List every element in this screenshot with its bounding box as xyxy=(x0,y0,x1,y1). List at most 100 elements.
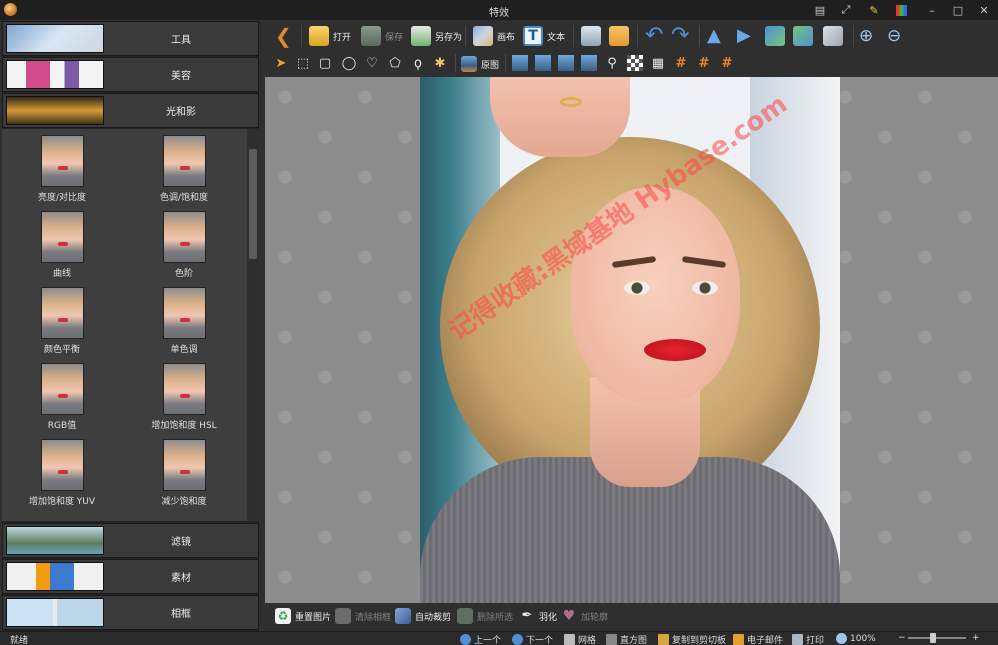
minimize-button[interactable]: – xyxy=(924,2,940,18)
effect-saturation-yuv[interactable]: 增加饱和度 YUV xyxy=(2,439,122,515)
effect-levels[interactable]: 色阶 xyxy=(124,211,244,287)
image-adjust-3-icon[interactable] xyxy=(558,55,574,71)
lasso-select-icon[interactable]: ϙ xyxy=(410,55,426,71)
clear-frame-label: 清除相框 xyxy=(355,612,392,623)
zoom-slider[interactable] xyxy=(908,633,966,643)
rounded-rect-select-icon[interactable]: ▢ xyxy=(317,55,333,71)
image-canvas[interactable]: 记得收藏:黑域基地 Hybase.com xyxy=(265,77,998,603)
fullscreen-icon[interactable]: ⤢ xyxy=(838,2,854,18)
reset-image-button[interactable]: ♻ 重置图片 xyxy=(275,607,331,625)
grid-3-icon[interactable]: # xyxy=(719,55,735,71)
delete-selection-label: 删除所选 xyxy=(477,612,514,623)
zoom-in-button[interactable]: ⊕ xyxy=(859,25,879,47)
ellipse-select-icon[interactable]: ◯ xyxy=(341,55,357,71)
pointer-icon[interactable]: ➤ xyxy=(273,55,289,71)
edited-photo[interactable]: 记得收藏:黑域基地 Hybase.com xyxy=(420,77,840,603)
rotate-left-button[interactable] xyxy=(765,25,785,47)
polygon-select-icon[interactable]: ⬠ xyxy=(387,55,403,71)
zoom-out-button[interactable]: ⊖ xyxy=(887,25,907,47)
next-button[interactable]: 下一个 xyxy=(512,633,553,645)
clear-frame-button[interactable]: 清除相框 xyxy=(335,607,391,625)
frame-clear-icon xyxy=(335,608,351,624)
effect-label: 曲线 xyxy=(52,269,71,279)
open-button[interactable]: 打开 xyxy=(309,25,351,47)
effect-desaturate[interactable]: 减少饱和度 xyxy=(124,439,244,515)
next-label: 下一个 xyxy=(526,636,554,645)
previous-button[interactable]: 上一个 xyxy=(460,633,501,645)
zoom-out-status-button[interactable]: − xyxy=(898,633,906,643)
heart-select-icon[interactable]: ♡ xyxy=(364,55,380,71)
heart-outline-icon: ♥ xyxy=(562,608,576,624)
image-adjust-4-icon[interactable] xyxy=(581,55,597,71)
document-icon[interactable]: ▤ xyxy=(812,2,828,18)
clone-stamp-icon[interactable]: ⚲ xyxy=(604,55,620,71)
grid-toggle[interactable]: 网格 xyxy=(564,633,596,645)
feather-button[interactable]: ✒ 羽化 xyxy=(519,607,557,625)
effect-brightness-contrast[interactable]: 亮度/对比度 xyxy=(2,135,122,211)
effect-label: 颜色平衡 xyxy=(43,345,80,355)
undo-button[interactable]: ↶ xyxy=(645,25,665,47)
redo-button[interactable]: ↷ xyxy=(671,25,691,47)
canvas-icon xyxy=(473,26,493,46)
grid-2-icon[interactable]: # xyxy=(696,55,712,71)
transparency-icon[interactable] xyxy=(627,55,643,71)
delete-selection-button[interactable]: 删除所选 xyxy=(457,607,513,625)
free-rotate-button[interactable] xyxy=(823,25,843,47)
category-frames[interactable]: 相框 xyxy=(2,595,259,630)
perspective-grid-icon[interactable]: ▦ xyxy=(650,55,666,71)
back-button[interactable]: ❮ xyxy=(275,25,295,47)
delete-selection-icon xyxy=(457,608,473,624)
zoom-slider-knob[interactable] xyxy=(930,633,936,643)
effect-label: 单色调 xyxy=(170,345,198,355)
magic-wand-icon[interactable]: ✱ xyxy=(432,55,448,71)
category-light-shadow[interactable]: 光和影 xyxy=(2,93,259,128)
toolbar-separator xyxy=(853,25,854,47)
auto-crop-button[interactable]: 自动裁剪 xyxy=(395,607,451,625)
effect-label: 增加饱和度 HSL xyxy=(151,421,217,431)
rotate-right-button[interactable] xyxy=(793,25,813,47)
category-materials[interactable]: 素材 xyxy=(2,559,259,594)
histogram-button[interactable]: 直方图 xyxy=(606,633,647,645)
canvas-button[interactable]: 画布 xyxy=(473,25,515,47)
save-button[interactable]: 保存 xyxy=(361,25,403,47)
category-filters[interactable]: 滤镜 xyxy=(2,523,259,558)
palette-icon[interactable] xyxy=(893,2,909,18)
image-adjust-1-icon[interactable] xyxy=(512,55,528,71)
effects-scrollbar[interactable] xyxy=(247,129,259,521)
original-image-button[interactable]: 原图 xyxy=(461,54,499,74)
edit-icon[interactable]: ✎ xyxy=(866,2,882,18)
image-adjust-2-icon[interactable] xyxy=(535,55,551,71)
grid-1-icon[interactable]: # xyxy=(673,55,689,71)
effect-saturation-hsl[interactable]: 增加饱和度 HSL xyxy=(124,363,244,439)
open-label: 打开 xyxy=(333,32,352,43)
save-as-button[interactable]: 另存为 xyxy=(411,25,462,47)
add-outline-button[interactable]: ♥ 加轮廓 xyxy=(561,607,608,625)
category-tools[interactable]: 工具 xyxy=(2,21,259,56)
email-button[interactable] xyxy=(609,25,629,47)
effect-hue-saturation[interactable]: 色调/饱和度 xyxy=(124,135,244,211)
undo-icon: ↶ xyxy=(645,23,664,48)
print-button[interactable] xyxy=(581,25,601,47)
effect-curves[interactable]: 曲线 xyxy=(2,211,122,287)
scrollbar-thumb[interactable] xyxy=(249,149,257,259)
effects-grid: 亮度/对比度 色调/饱和度 曲线 色阶 颜色平衡 单色调 RGB值 增加饱和度 … xyxy=(2,129,247,521)
effect-color-balance[interactable]: 颜色平衡 xyxy=(2,287,122,363)
email-status-button[interactable]: 电子邮件 xyxy=(733,633,783,645)
print-status-button[interactable]: 打印 xyxy=(792,633,824,645)
back-arrow-icon: ❮ xyxy=(275,24,292,48)
add-outline-label: 加轮廓 xyxy=(581,612,609,623)
copy-clipboard-button[interactable]: 复制到剪切板 xyxy=(658,633,726,645)
text-button[interactable]: T 文本 xyxy=(523,25,565,47)
flip-vertical-button[interactable]: ▲ xyxy=(707,25,727,47)
close-button[interactable]: ✕ xyxy=(976,2,992,18)
flip-vertical-icon: ▲ xyxy=(707,25,721,46)
maximize-button[interactable]: □ xyxy=(950,2,966,18)
rect-select-icon[interactable]: ⬚ xyxy=(295,55,311,71)
flip-horizontal-button[interactable]: ▶ xyxy=(737,25,757,47)
effect-monotone[interactable]: 单色调 xyxy=(124,287,244,363)
effect-rgb[interactable]: RGB值 xyxy=(2,363,122,439)
category-label: 光和影 xyxy=(166,107,196,118)
zoom-in-status-button[interactable]: + xyxy=(972,633,980,643)
right-eye xyxy=(692,281,718,295)
category-beauty[interactable]: 美容 xyxy=(2,57,259,92)
